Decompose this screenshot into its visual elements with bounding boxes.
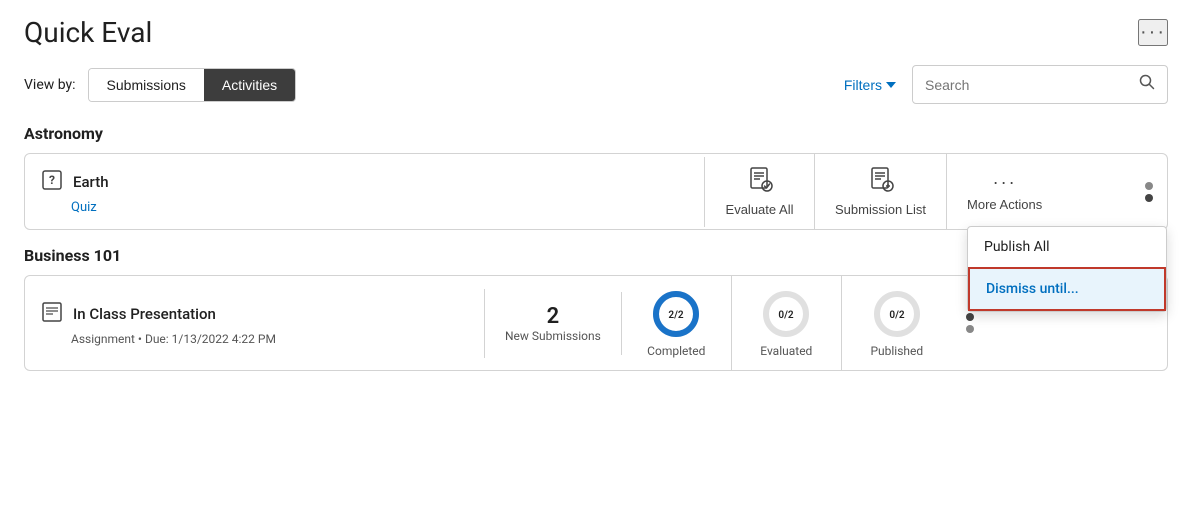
more-actions-label: More Actions xyxy=(967,197,1042,212)
evaluate-all-label: Evaluate All xyxy=(726,202,794,217)
published-donut-section: 0/2 Published xyxy=(842,276,952,370)
new-submissions-count: 2 xyxy=(547,304,560,329)
submission-list-icon xyxy=(868,166,894,198)
business-dot-top xyxy=(966,313,974,321)
evaluated-donut-section: 0/2 Evaluated xyxy=(732,276,842,370)
astronomy-card-name: Earth xyxy=(73,173,109,191)
more-actions-button[interactable]: ··· More Actions xyxy=(947,160,1062,224)
astronomy-section-heading: Astronomy xyxy=(24,124,1168,143)
view-by-group: View by: Submissions Activities xyxy=(24,68,296,102)
dropdown-dismiss-until[interactable]: Dismiss until... xyxy=(968,267,1166,311)
completed-donut: 2/2 xyxy=(650,288,702,340)
astronomy-card-subtitle: Quiz xyxy=(41,200,688,215)
quiz-icon: ? xyxy=(41,169,63,196)
evaluated-donut: 0/2 xyxy=(760,288,812,340)
page-container: Quick Eval ··· View by: Submissions Acti… xyxy=(0,0,1192,403)
dropdown-publish-all[interactable]: Publish All xyxy=(968,227,1166,267)
svg-text:0/2: 0/2 xyxy=(779,310,795,321)
astronomy-card-row: ? Earth Quiz xyxy=(25,154,1167,229)
svg-text:0/2: 0/2 xyxy=(889,310,905,321)
assignment-icon xyxy=(41,301,63,328)
submission-list-button[interactable]: Submission List xyxy=(815,154,947,229)
completed-donut-section: 2/2 Completed xyxy=(622,276,732,370)
published-label: Published xyxy=(870,344,923,358)
view-toggle-group: Submissions Activities xyxy=(88,68,297,102)
page-title: Quick Eval xyxy=(24,16,152,49)
astronomy-card-dots[interactable] xyxy=(1131,170,1167,214)
svg-text:?: ? xyxy=(49,173,55,187)
dot-top xyxy=(1145,182,1153,190)
evaluate-all-icon xyxy=(747,166,773,198)
search-input[interactable] xyxy=(913,69,1127,101)
evaluated-label: Evaluated xyxy=(760,344,812,358)
toggle-submissions[interactable]: Submissions xyxy=(89,69,204,101)
more-actions-dropdown: Publish All Dismiss until... xyxy=(967,226,1167,312)
search-button[interactable] xyxy=(1127,66,1167,103)
new-submissions-stat: 2 New Submissions xyxy=(485,292,622,355)
toolbar: View by: Submissions Activities Filters xyxy=(24,65,1168,104)
toggle-activities[interactable]: Activities xyxy=(204,69,295,101)
business-card-name: In Class Presentation xyxy=(73,305,216,323)
published-donut: 0/2 xyxy=(871,288,923,340)
toolbar-right: Filters xyxy=(844,65,1168,104)
astronomy-card: ? Earth Quiz xyxy=(24,153,1168,230)
dot-bottom xyxy=(1145,194,1153,202)
business-card-title-row: In Class Presentation xyxy=(41,301,468,328)
astronomy-card-title-section: ? Earth Quiz xyxy=(25,157,705,227)
header: Quick Eval ··· xyxy=(24,16,1168,49)
astronomy-card-actions: Evaluate All Submis xyxy=(705,154,1131,229)
astronomy-card-title-row: ? Earth xyxy=(41,169,688,196)
new-submissions-label: New Submissions xyxy=(505,329,601,343)
business-card-title-section: In Class Presentation Assignment • Due: … xyxy=(25,289,485,358)
more-actions-icon: ··· xyxy=(993,172,1017,193)
completed-label: Completed xyxy=(647,344,705,358)
search-box xyxy=(912,65,1168,104)
business-card-subtitle: Assignment • Due: 1/13/2022 4:22 PM xyxy=(41,332,468,346)
evaluate-all-button[interactable]: Evaluate All xyxy=(705,154,815,229)
filters-button[interactable]: Filters xyxy=(844,77,896,93)
search-icon xyxy=(1139,74,1155,90)
filters-label: Filters xyxy=(844,77,882,93)
business-dot-bottom xyxy=(966,325,974,333)
chevron-down-icon xyxy=(886,82,896,88)
svg-text:2/2: 2/2 xyxy=(669,310,685,321)
view-by-label: View by: xyxy=(24,77,76,93)
page-more-button[interactable]: ··· xyxy=(1138,19,1168,46)
submission-list-label: Submission List xyxy=(835,202,926,217)
